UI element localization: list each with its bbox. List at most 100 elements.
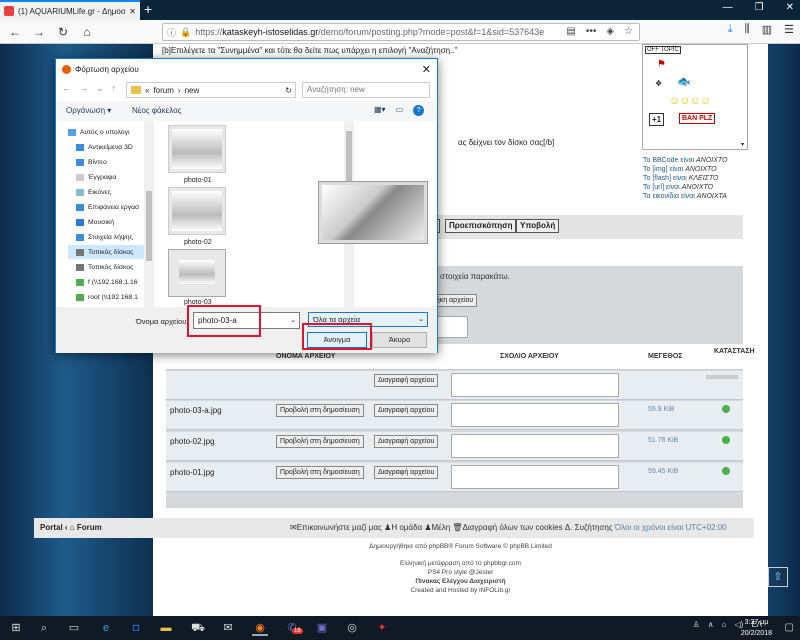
app-icon[interactable]: ◎ — [344, 620, 360, 636]
home-icon[interactable]: ⌂ — [78, 23, 96, 41]
delete-file-button[interactable]: Διαγραφή αρχείου — [374, 374, 439, 387]
members-link[interactable]: Μέλη — [431, 523, 450, 532]
up-folder-icon[interactable]: ↑ — [112, 83, 117, 94]
download-icon[interactable]: ⤓ — [728, 23, 733, 36]
person-icon[interactable]: ♙ — [693, 620, 700, 629]
reader-view-icon[interactable]: ▤ — [566, 26, 575, 37]
close-tab-icon[interactable]: ✕ — [129, 7, 136, 16]
minimize-icon[interactable]: — — [723, 2, 733, 13]
new-tab-icon[interactable]: + — [144, 1, 152, 17]
breadcrumb-item-new[interactable]: new — [185, 86, 200, 95]
sidebar-item-network-f[interactable]: f (\\192.168.1.16 — [76, 275, 152, 289]
file-thumbnail-selected[interactable] — [168, 249, 226, 297]
action-center-icon[interactable]: ▢ — [785, 622, 794, 633]
file-thumbnail[interactable] — [168, 187, 226, 235]
app-icon[interactable]: ▣ — [314, 620, 330, 636]
bookmark-star-icon[interactable]: ☆ — [624, 26, 633, 37]
sidebar-item-downloads[interactable]: Στοιχεία λήψης — [76, 230, 152, 244]
scroll-down-icon[interactable]: ▾ — [741, 141, 744, 148]
acp-link[interactable]: Πίνακας Ελέγχου Διαχειριστή — [153, 578, 768, 585]
delete-cookies-link[interactable]: Διαγραφή όλων των cookies Δ. Συζήτησης — [463, 523, 613, 532]
file-name[interactable]: photo-01 — [184, 177, 212, 184]
back-icon[interactable]: ← — [62, 83, 71, 94]
library-icon[interactable]: ⫼ — [745, 23, 750, 36]
new-folder-button[interactable]: Νέος φάκελος — [132, 106, 181, 115]
sidebar-item-videos[interactable]: Βίντεο — [76, 155, 152, 169]
file-explorer-icon[interactable]: ▬ — [158, 620, 174, 636]
sidebar-item-this-pc[interactable]: Αυτός ο υπολογι — [68, 125, 144, 139]
file-name[interactable]: photo-02 — [184, 239, 212, 246]
contact-link[interactable]: Επικοινωνήστε μαζί μας — [297, 523, 382, 532]
refresh-icon[interactable]: ↻ — [285, 86, 292, 95]
sidebar-icon[interactable]: ▥ — [762, 23, 772, 36]
flag-smiley-icon[interactable]: ⚑ — [657, 59, 666, 70]
file-thumbnail[interactable] — [168, 125, 226, 173]
file-comment-field[interactable] — [451, 403, 619, 427]
task-view-icon[interactable]: ▭ — [66, 620, 82, 636]
windows-start-icon[interactable]: ⊞ — [8, 620, 24, 636]
clock[interactable]: 3:37 μμ 20/2/2018 — [741, 617, 772, 639]
sidebar-item-pictures[interactable]: Εικόνες — [76, 185, 152, 199]
nav-scrollbar[interactable] — [144, 121, 154, 307]
sidebar-item-3d-objects[interactable]: Αντικείμενα 3D — [76, 140, 152, 154]
menu-icon[interactable]: ☰ — [784, 23, 794, 36]
plus-one-smiley[interactable]: +1 — [649, 113, 665, 126]
close-icon[interactable]: ✕ — [422, 63, 431, 76]
browser-tab[interactable]: (1) AQUARIUMLife.gr - Δημοσ ✕ — [0, 0, 140, 20]
delete-file-button[interactable]: Διαγραφή αρχείου — [374, 466, 439, 479]
sidebar-item-network-root[interactable]: root (\\192.168.1 — [76, 290, 152, 304]
organize-button[interactable]: Οργάνωση ▾ — [66, 106, 111, 115]
firefox-taskbar-icon[interactable]: ◉ — [252, 620, 268, 636]
sidebar-item-music[interactable]: Μουσική — [76, 215, 152, 229]
file-comment-field[interactable] — [451, 465, 619, 489]
app-icon[interactable]: ✦ — [374, 620, 390, 636]
reload-icon[interactable]: ↻ — [54, 23, 72, 41]
page-actions-icon[interactable]: ••• — [586, 26, 597, 37]
search-icon[interactable]: ⌕ — [36, 620, 52, 636]
tray-overflow-icon[interactable]: ∧ — [708, 620, 714, 629]
file-comment-field[interactable] — [451, 373, 619, 397]
smileys-row-icon[interactable]: ☺☺☺☺ — [669, 95, 711, 107]
team-link[interactable]: Η ομάδα — [391, 523, 422, 532]
place-inline-button[interactable]: Προβολή στη δημοσίευση — [276, 435, 364, 448]
place-inline-button[interactable]: Προβολή στη δημοσίευση — [276, 466, 364, 479]
sidebar-item-local-disk[interactable]: Τοπικός δίσκος — [68, 245, 150, 259]
delete-file-button[interactable]: Διαγραφή αρχείου — [374, 435, 439, 448]
sidebar-item-documents[interactable]: Έγγραφα — [76, 170, 152, 184]
mail-icon[interactable]: ✉ — [220, 620, 236, 636]
ban-plz-smiley[interactable]: BAN PLZ — [679, 113, 716, 124]
offtopic-smiley[interactable]: OFF TOPIC — [645, 46, 681, 54]
sidebar-item-local-disk-2[interactable]: Τοπικός δίσκος — [76, 260, 152, 274]
sidebar-item-desktop[interactable]: Επιφάνεια εργασ — [76, 200, 152, 214]
dots-smiley-icon[interactable]: ❖ — [655, 79, 662, 88]
submit-button[interactable]: Υποβολή — [516, 219, 560, 233]
help-icon[interactable]: ? — [413, 105, 425, 116]
forum-link[interactable]: Forum — [77, 523, 102, 532]
view-options-icon[interactable]: ▦▾ — [374, 105, 386, 116]
forward-icon[interactable]: → — [30, 23, 48, 41]
recent-dropdown-icon[interactable]: ⌄ — [96, 83, 104, 94]
cancel-button[interactable]: Άκυρο — [372, 332, 427, 348]
info-icon[interactable]: ⓘ — [167, 26, 176, 39]
preview-pane-icon[interactable]: ▭ — [396, 105, 404, 116]
back-icon[interactable]: ← — [6, 23, 24, 41]
close-window-icon[interactable]: ✕ — [786, 2, 794, 13]
file-comment-field[interactable] — [451, 434, 619, 458]
maximize-icon[interactable]: ❐ — [755, 2, 764, 13]
edge-icon[interactable]: e — [98, 620, 114, 636]
pocket-icon[interactable]: ◈ — [606, 26, 614, 37]
forward-icon[interactable]: → — [79, 83, 88, 94]
place-inline-button[interactable]: Προβολή στη δημοσίευση — [276, 404, 364, 417]
breadcrumb[interactable]: « forum › new ↻ — [126, 82, 296, 98]
preview-button[interactable]: Προεπισκόπηση — [445, 219, 517, 233]
fish-smiley-icon[interactable]: 🐟 — [677, 75, 691, 88]
scroll-to-top-icon[interactable]: ⇧ — [768, 567, 788, 587]
outlook-icon[interactable]: ◘ — [128, 620, 144, 636]
store-icon[interactable]: ⛟ — [190, 620, 206, 636]
breadcrumb-overflow[interactable]: « — [145, 86, 149, 95]
delete-file-button[interactable]: Διαγραφή αρχείου — [374, 404, 439, 417]
chevron-down-icon[interactable]: ⌄ — [290, 313, 296, 328]
network-icon[interactable]: ⌂ — [722, 620, 727, 629]
breadcrumb-item-forum[interactable]: forum — [153, 86, 173, 95]
url-bar[interactable]: ⓘ 🔒 https://kataskeyh-istoselidas.gr/dem… — [162, 23, 640, 41]
